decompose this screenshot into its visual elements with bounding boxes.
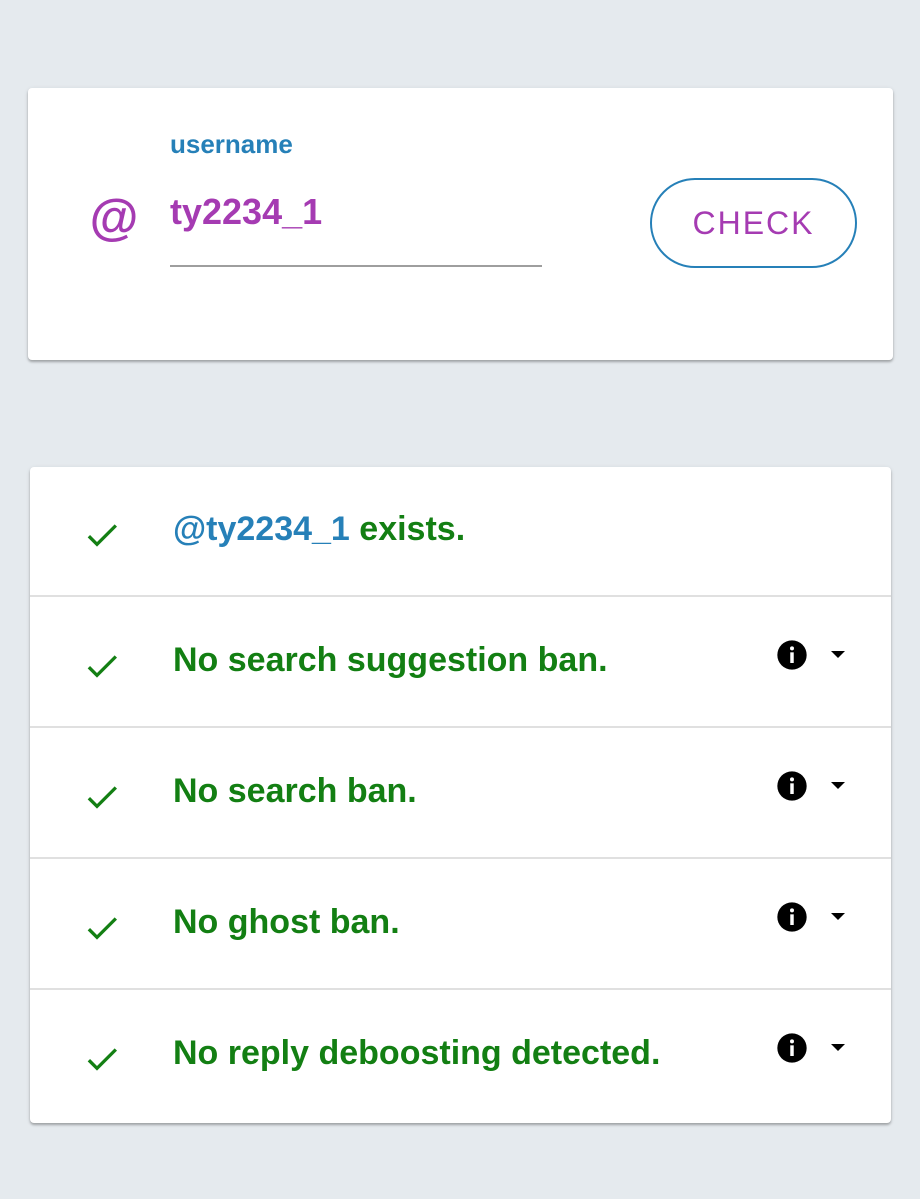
result-text-reply-deboosting: No reply deboosting detected.: [173, 1034, 661, 1072]
result-text-exists: @ty2234_1 exists.: [173, 509, 465, 549]
info-icon[interactable]: [776, 770, 808, 802]
caret-down-icon[interactable]: [830, 650, 846, 660]
info-icon[interactable]: [776, 901, 808, 933]
result-text-search-ban: No search ban.: [173, 772, 417, 810]
result-row-exists: @ty2234_1 exists.: [30, 467, 891, 597]
caret-down-icon[interactable]: [830, 781, 846, 791]
info-icon[interactable]: [776, 639, 808, 671]
check-icon: [87, 524, 117, 547]
info-icon[interactable]: [776, 1032, 808, 1064]
caret-down-icon[interactable]: [830, 1043, 846, 1053]
result-row-reply-deboosting: No reply deboosting detected.: [30, 991, 891, 1123]
username-handle: @ty2234_1: [173, 510, 350, 548]
result-row-search-ban: No search ban.: [30, 729, 891, 859]
result-text-search-suggestion-ban: No search suggestion ban.: [173, 641, 608, 679]
at-icon: @: [89, 189, 139, 245]
username-input[interactable]: [170, 186, 542, 238]
check-button[interactable]: CHECK: [650, 178, 857, 268]
results-card: @ty2234_1 exists. No search suggestion b…: [30, 467, 891, 1123]
username-input-underline: [170, 265, 542, 267]
check-icon: [87, 655, 117, 678]
result-text-ghost-ban: No ghost ban.: [173, 903, 400, 941]
check-icon: [87, 1048, 117, 1071]
exists-text: exists.: [349, 510, 466, 548]
username-field-label: username: [170, 129, 293, 159]
caret-down-icon[interactable]: [830, 912, 846, 922]
result-row-ghost-ban: No ghost ban.: [30, 860, 891, 990]
result-row-search-suggestion-ban: No search suggestion ban.: [30, 598, 891, 728]
check-icon: [87, 917, 117, 940]
check-icon: [87, 786, 117, 809]
